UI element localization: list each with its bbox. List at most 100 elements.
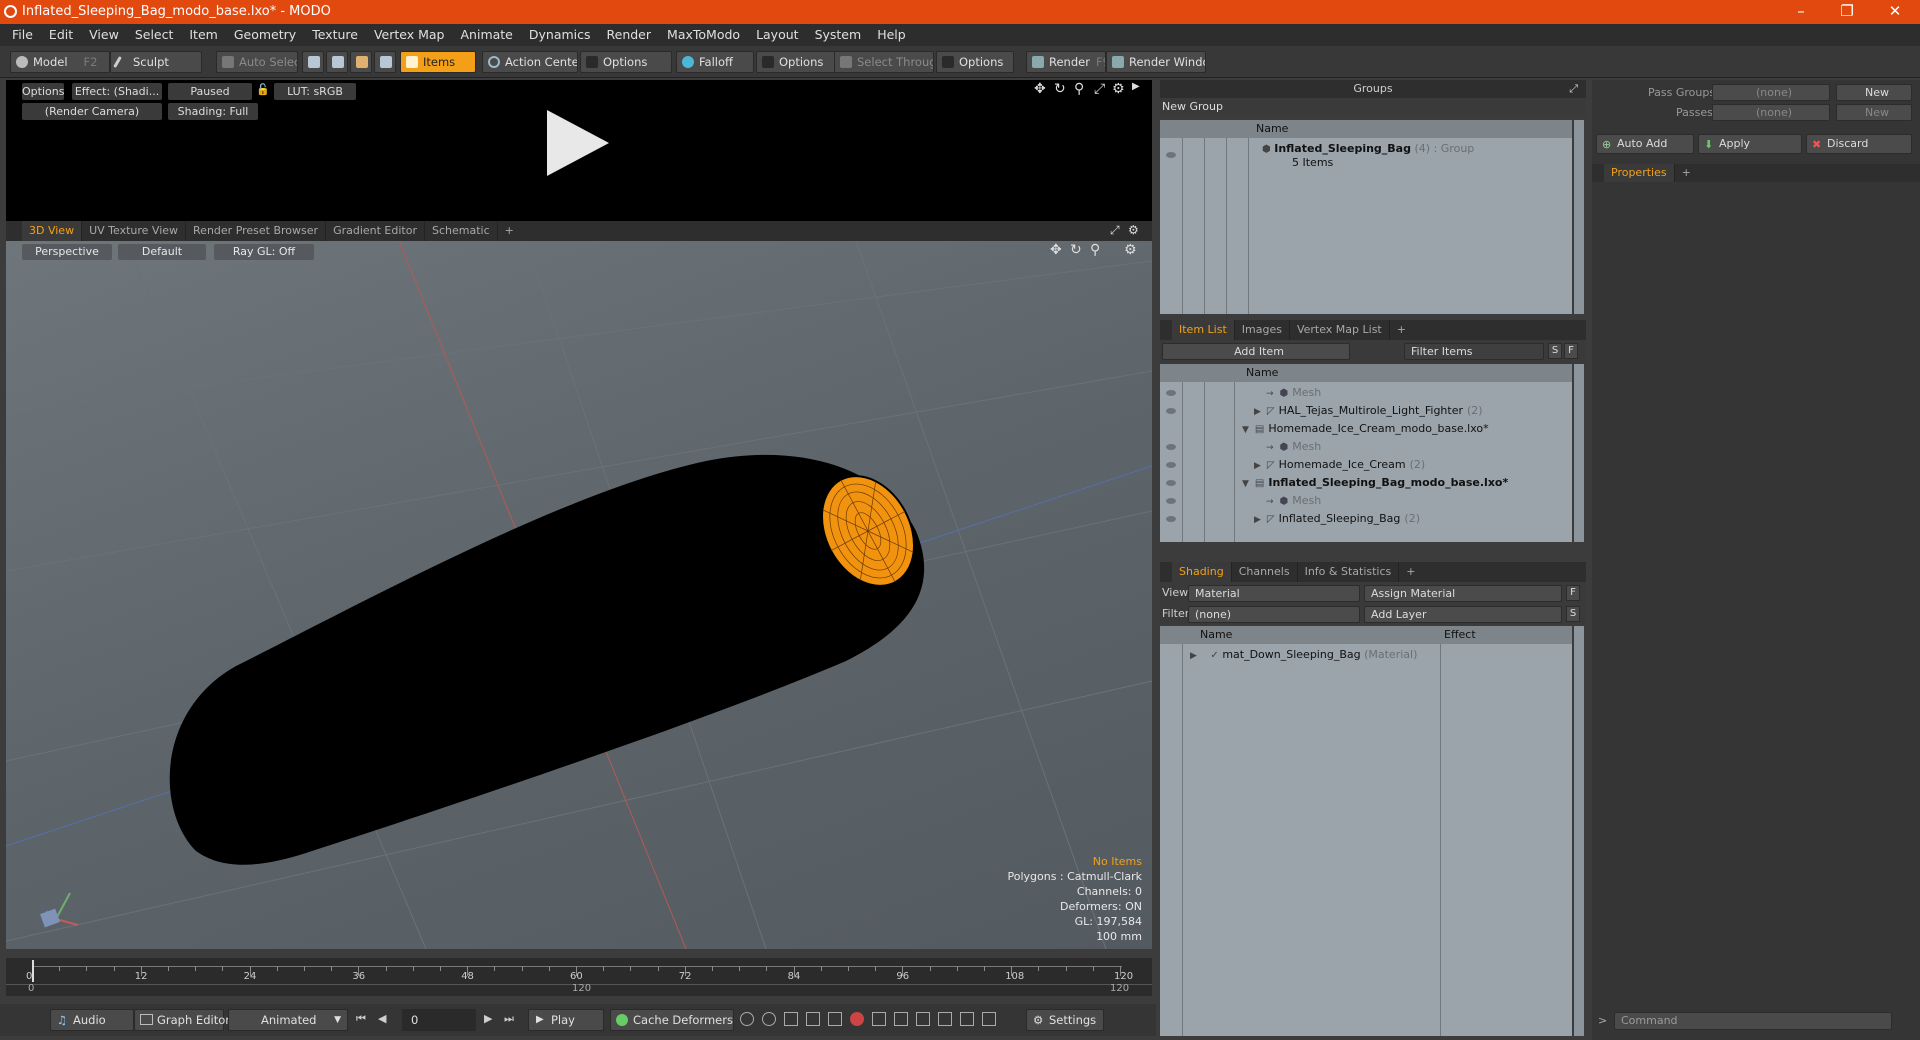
groups-scrollbar[interactable] (1574, 120, 1584, 314)
audio-button[interactable]: ♫ Audio (50, 1009, 134, 1031)
expand-arrow-icon[interactable]: ▶ (1254, 461, 1261, 471)
preview-lut-dropdown[interactable]: LUT: sRGB (274, 83, 356, 100)
tab-shading[interactable]: Shading (1172, 562, 1232, 582)
add-tab-button[interactable]: + (1390, 320, 1413, 340)
eye-icon[interactable] (1166, 498, 1176, 504)
item-row[interactable]: → ⬢ Mesh (1266, 384, 1321, 402)
pass-groups-dropdown[interactable]: (none) (1712, 84, 1830, 101)
graph-editor-button[interactable]: Graph Editor (134, 1009, 230, 1031)
maximize-icon[interactable]: ⤢ (1094, 81, 1105, 97)
shading-s-button[interactable]: S (1566, 606, 1580, 622)
cache-deformers-button[interactable]: Cache Deformers (610, 1009, 734, 1031)
command-input[interactable]: Command (1614, 1012, 1892, 1030)
3d-viewport[interactable]: Perspective Default Ray GL: Off ✥ ↻ ⚲ ⚙ … (6, 241, 1152, 949)
preview-paused-toggle[interactable]: Paused (168, 83, 252, 100)
animated-dropdown[interactable]: Animated ▼ (228, 1009, 348, 1031)
preview-options-button[interactable]: Options (22, 83, 64, 100)
tab-properties[interactable]: Properties (1604, 164, 1675, 182)
item-row[interactable]: → ⬢ Mesh (1266, 492, 1321, 510)
playhead[interactable] (32, 960, 34, 982)
model-button[interactable]: Model F2 (10, 51, 110, 73)
expand-arrow-icon[interactable]: ▶ (1254, 515, 1261, 525)
record-icon[interactable] (850, 1012, 864, 1026)
render-window-button[interactable]: Render Window (1106, 51, 1206, 73)
restore-icon[interactable]: ❐ (1824, 0, 1870, 24)
assign-material-button[interactable]: Assign Material (1364, 585, 1562, 602)
menu-render[interactable]: Render (599, 24, 660, 46)
filter-f-button[interactable]: F (1564, 343, 1578, 359)
eye-icon[interactable] (1166, 462, 1176, 468)
step-back-icon[interactable]: ◀ (378, 1012, 386, 1025)
item-row[interactable]: ▶ ◸ HAL_Tejas_Multirole_Light_Fighter (2) (1254, 402, 1483, 420)
filter-s-button[interactable]: S (1548, 343, 1562, 359)
minimize-icon[interactable]: – (1778, 0, 1824, 24)
arrow-right-icon[interactable]: ▶ (1132, 81, 1140, 92)
preview-effect-dropdown[interactable]: Effect: (Shadi... (72, 83, 162, 100)
expand-arrow-icon[interactable]: ▶ (1254, 407, 1261, 417)
set-key-icon[interactable] (828, 1012, 842, 1026)
items-mode-button[interactable]: Items (400, 51, 476, 73)
menu-animate[interactable]: Animate (453, 24, 521, 46)
sleeping-bag-mesh[interactable] (169, 454, 933, 865)
item-row[interactable]: ▶ ◸ Homemade_Ice_Cream (2) (1254, 456, 1425, 474)
tab-uv-texture-view[interactable]: UV Texture View (82, 221, 187, 241)
item-row[interactable]: ▶ ◸ Inflated_Sleeping_Bag (2) (1254, 510, 1420, 528)
expand-arrow-icon[interactable]: ▼ (1242, 479, 1249, 489)
view-dropdown[interactable]: Material (1188, 585, 1360, 602)
add-item-dropdown[interactable]: Add Item (1162, 343, 1350, 360)
menu-file[interactable]: File (4, 24, 41, 46)
default-style-dropdown[interactable]: Default (118, 244, 206, 260)
menu-maxtomodo[interactable]: MaxToModo (659, 24, 748, 46)
render-button[interactable]: Render F9 (1026, 51, 1106, 73)
new-group-button[interactable]: New Group (1162, 100, 1223, 113)
edges-mode-button[interactable] (326, 51, 348, 73)
expand-arrow-icon[interactable]: ▶ (1190, 651, 1197, 661)
auto-select-button[interactable]: Auto Select (216, 51, 298, 73)
select-through-button[interactable]: Select Through (834, 51, 934, 73)
next-key-icon[interactable] (806, 1012, 820, 1026)
menu-help[interactable]: Help (869, 24, 914, 46)
auto-add-button[interactable]: ⊕ Auto Add (1596, 134, 1694, 154)
gear-icon[interactable]: ⚙ (1112, 81, 1125, 97)
preview-camera-dropdown[interactable]: (Render Camera) (22, 103, 162, 120)
preview-shading-dropdown[interactable]: Shading: Full (168, 103, 258, 120)
action-center-button[interactable]: Action Center (482, 51, 578, 73)
add-tab-button[interactable]: + (1675, 164, 1698, 182)
new-pass-group-button[interactable]: New (1836, 84, 1912, 101)
close-icon[interactable]: ✕ (1872, 0, 1918, 24)
menu-system[interactable]: System (807, 24, 870, 46)
tab-gradient-editor[interactable]: Gradient Editor (326, 221, 425, 241)
step-forward-icon[interactable]: ▶ (484, 1012, 492, 1025)
gear-icon[interactable]: ⚙ (1128, 223, 1139, 237)
key-icon[interactable] (740, 1012, 754, 1026)
add-tab-button[interactable]: + (1399, 562, 1422, 582)
item-row[interactable]: ▼ ▤ Inflated_Sleeping_Bag_modo_base.lxo* (1242, 474, 1508, 492)
falloff-options-button[interactable]: Options (756, 51, 836, 73)
channel-icon[interactable] (982, 1012, 996, 1026)
zoom-icon[interactable]: ⚲ (1074, 81, 1084, 97)
link2-icon[interactable] (960, 1012, 974, 1026)
tab-vertex-map-list[interactable]: Vertex Map List (1290, 320, 1390, 340)
passes-dropdown[interactable]: (none) (1712, 104, 1830, 121)
maximize-icon[interactable]: ⤢ (1569, 80, 1578, 98)
sculpt-button[interactable]: Sculpt (110, 51, 202, 73)
tab-3d-view[interactable]: 3D View (22, 221, 83, 241)
apply-button[interactable]: ⬇ Apply (1698, 134, 1802, 154)
filter-items-input[interactable]: Filter Items (1404, 343, 1544, 360)
eye-icon[interactable] (1166, 408, 1176, 414)
item-list-scrollbar[interactable] (1574, 364, 1584, 542)
menu-item[interactable]: Item (181, 24, 225, 46)
tab-images[interactable]: Images (1235, 320, 1290, 340)
item-row[interactable]: ▼ ▤ Homemade_Ice_Cream_modo_base.lxo* (1242, 420, 1489, 438)
maximize-icon[interactable]: ⤢ (1110, 223, 1120, 238)
expand-arrow-icon[interactable]: ▼ (1242, 425, 1249, 435)
menu-layout[interactable]: Layout (748, 24, 807, 46)
lock-icon[interactable]: 🔓 (256, 83, 270, 96)
eye-icon[interactable] (1166, 516, 1176, 522)
shading-scrollbar[interactable] (1574, 626, 1584, 1036)
skip-end-icon[interactable]: ⏭ (504, 1012, 514, 1026)
link-icon[interactable] (938, 1012, 952, 1026)
play-button[interactable]: ▶ Play (528, 1009, 604, 1031)
menu-view[interactable]: View (81, 24, 127, 46)
eye-icon[interactable] (1166, 152, 1176, 158)
